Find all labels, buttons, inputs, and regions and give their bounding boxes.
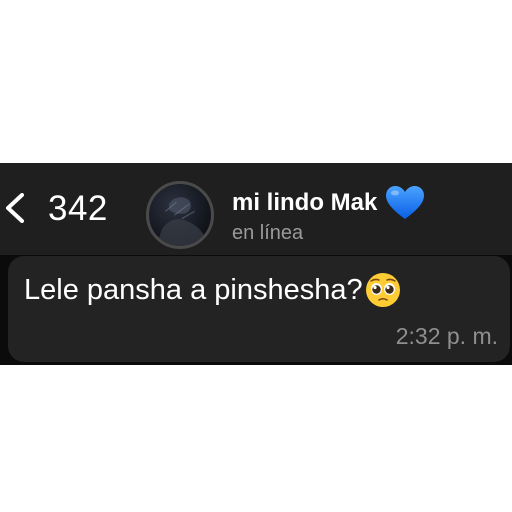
blue-heart-icon [386, 186, 425, 219]
contact-status: en línea [232, 222, 304, 244]
chevron-left-icon [6, 193, 24, 223]
message-bubble[interactable]: Lele pansha a pinshesha? 2:32 p. m. [8, 256, 510, 362]
contact-avatar-photo [156, 197, 204, 246]
unread-count: 342 [48, 189, 108, 228]
message-text: Lele pansha a pinshesha? [24, 274, 363, 306]
contact-info[interactable]: mi lindo Mak en línea [232, 185, 502, 247]
message-timestamp: 2:32 p. m. [395, 323, 498, 349]
contact-name-row: mi lindo Mak [232, 185, 502, 221]
avatar[interactable] [146, 181, 214, 249]
chat-header: 342 mi lindo Mak en línea [0, 163, 512, 255]
contact-name: mi lindo Mak [232, 189, 378, 216]
pleading-face-icon [365, 273, 400, 307]
back-button[interactable]: 342 [0, 183, 130, 233]
message-content: Lele pansha a pinshesha? [24, 270, 401, 310]
chat-screen: 342 mi lindo Mak en línea Lele pansha a … [0, 163, 512, 365]
